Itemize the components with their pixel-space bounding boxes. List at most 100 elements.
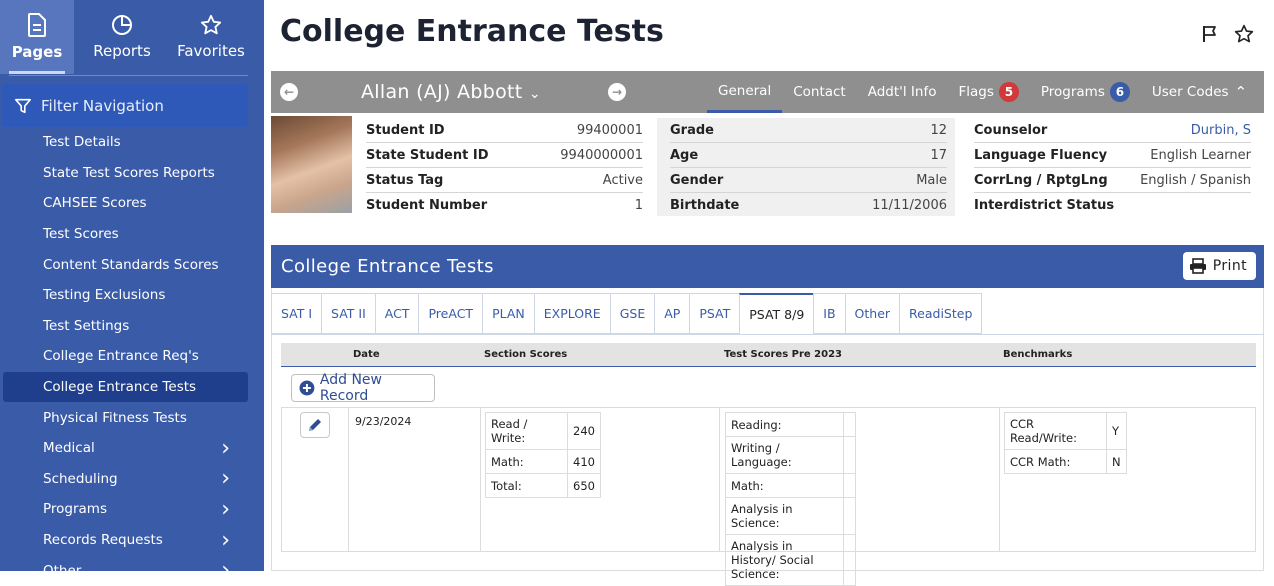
student-tab[interactable]: Programs 6 xyxy=(1030,71,1141,113)
info-row: Gender Male xyxy=(670,168,947,193)
student-tab-label: Programs xyxy=(1040,84,1105,100)
score-value: 410 xyxy=(567,449,601,474)
info-row: Status Tag Active xyxy=(366,168,643,193)
sidebar-item[interactable]: Medical › xyxy=(0,433,264,464)
sidebar-item[interactable]: Testing Exclusions xyxy=(0,280,264,311)
score-label: Read / Write: xyxy=(485,412,568,450)
tab-test-type[interactable]: Other xyxy=(844,293,900,334)
print-button[interactable]: Print xyxy=(1182,252,1256,280)
tab-reports[interactable]: Reports xyxy=(74,0,170,74)
sidebar-item[interactable]: Test Details xyxy=(0,127,264,158)
score-label: Math: xyxy=(725,473,844,498)
plus-circle-icon xyxy=(299,380,315,396)
info-label: Birthdate xyxy=(670,198,740,213)
sidebar-item[interactable]: College Entrance Req's xyxy=(0,341,264,372)
edit-record-button[interactable] xyxy=(300,412,330,438)
student-tab[interactable]: User Codes ⌃ xyxy=(1141,71,1258,113)
cell-divider xyxy=(348,408,349,551)
info-value[interactable]: Durbin, S xyxy=(1191,123,1251,138)
tabs-divider xyxy=(271,334,1264,335)
tab-test-type[interactable]: PSAT 8/9 xyxy=(739,293,814,334)
student-tab-label: Contact xyxy=(793,84,846,100)
student-tab[interactable]: Flags 5 xyxy=(947,71,1029,113)
sidebar-item[interactable]: Other › xyxy=(0,555,264,571)
tab-test-type[interactable]: PreACT xyxy=(418,293,483,334)
tab-test-type[interactable]: ACT xyxy=(374,293,419,334)
sidebar: Pages Reports Favorites Filter Navigatio… xyxy=(0,0,264,571)
tab-test-type[interactable]: GSE xyxy=(609,293,655,334)
sidebar-item[interactable]: Programs › xyxy=(0,494,264,525)
score-value: 650 xyxy=(567,473,601,498)
student-tab[interactable]: Addt'l Info xyxy=(857,71,948,113)
sidebar-item-label: Programs xyxy=(43,501,107,518)
sidebar-item-label: Scheduling xyxy=(43,470,118,487)
tab-favorites[interactable]: Favorites xyxy=(170,0,252,74)
star-icon xyxy=(200,14,222,35)
student-tab[interactable]: Contact xyxy=(782,71,857,113)
info-row: Counselor Durbin, S xyxy=(974,118,1251,143)
sidebar-item-label: State Test Scores Reports xyxy=(43,164,215,181)
cell-divider xyxy=(719,408,720,551)
sidebar-item[interactable]: Scheduling › xyxy=(0,464,264,495)
next-student-button[interactable]: → xyxy=(608,83,626,101)
student-header-bar: ← Allan (AJ) Abbott ⌄ → General Contact Ad… xyxy=(271,71,1264,113)
sidebar-item[interactable]: Content Standards Scores xyxy=(0,249,264,280)
info-value: Active xyxy=(602,172,643,188)
sidebar-item[interactable]: Test Settings xyxy=(0,311,264,342)
score-row: Read / Write: 240 xyxy=(485,412,601,450)
tab-test-type[interactable]: SAT II xyxy=(321,293,375,334)
favorite-star-icon[interactable] xyxy=(1234,24,1254,44)
tab-test-type[interactable]: PLAN xyxy=(482,293,534,334)
score-value xyxy=(843,497,856,535)
col-benchmarks: Benchmarks xyxy=(1003,349,1073,360)
pie-chart-icon xyxy=(112,15,132,35)
tab-test-type[interactable]: IB xyxy=(813,293,845,334)
arrow-left-icon: ← xyxy=(283,85,295,99)
previous-student-button[interactable]: ← xyxy=(280,83,298,101)
flag-icon[interactable] xyxy=(1200,24,1220,44)
tab-test-type[interactable]: SAT I xyxy=(271,293,322,334)
info-label: Status Tag xyxy=(366,172,444,188)
info-label: Gender xyxy=(670,172,724,188)
score-value xyxy=(843,412,856,437)
score-row: CCR Math: N xyxy=(1004,449,1127,474)
student-tabs: General Contact Addt'l Info Flags 5 Programs 6… xyxy=(707,71,1258,113)
info-value: 17 xyxy=(930,147,947,163)
sidebar-item[interactable]: Records Requests › xyxy=(0,525,264,556)
info-label: Language Fluency xyxy=(974,147,1108,163)
section-scores-table: Read / Write: 240 Math: 410 Total: 650 xyxy=(485,412,601,498)
score-row: Math: 410 xyxy=(485,449,601,474)
tab-test-type[interactable]: ReadiStep xyxy=(899,293,983,334)
student-info-col2: Grade 12 Age 17 Gender Male Birthdate 11/11/200… xyxy=(657,118,955,216)
score-label: Math: xyxy=(485,449,568,474)
tab-pages[interactable]: Pages xyxy=(0,0,74,74)
student-tab-label: Addt'l Info xyxy=(867,84,937,100)
sidebar-item-label: Test Scores xyxy=(43,226,119,243)
test-type-tabs: SAT I SAT II ACT PreACT PLAN EXPLORE GSE AP PSAT… xyxy=(271,293,983,334)
sidebar-item-label: Records Requests xyxy=(43,532,163,549)
sidebar-item-label: CAHSEE Scores xyxy=(43,195,147,212)
sidebar-item-label: Test Details xyxy=(43,134,121,151)
col-test-scores: Test Scores Pre 2023 xyxy=(724,349,842,360)
sidebar-item[interactable]: Physical Fitness Tests xyxy=(0,402,264,433)
info-label: Counselor xyxy=(974,122,1048,138)
score-value xyxy=(843,473,856,498)
tab-test-type[interactable]: AP xyxy=(654,293,690,334)
score-label: CCR Read/Write: xyxy=(1004,412,1107,450)
tab-test-type[interactable]: EXPLORE xyxy=(533,293,610,334)
info-row: Grade 12 xyxy=(670,118,947,143)
tab-test-type[interactable]: PSAT xyxy=(689,293,740,334)
sidebar-item[interactable]: College Entrance Tests xyxy=(3,371,248,403)
sidebar-item[interactable]: State Test Scores Reports xyxy=(0,158,264,189)
filter-navigation-button[interactable]: Filter Navigation xyxy=(2,84,248,127)
sidebar-item[interactable]: CAHSEE Scores xyxy=(0,188,264,219)
pencil-icon xyxy=(309,419,321,431)
chevron-right-icon: › xyxy=(221,466,230,492)
student-name-dropdown[interactable]: Allan (AJ) Abbott ⌄ xyxy=(361,81,541,103)
col-date: Date xyxy=(353,349,380,360)
info-label: Age xyxy=(670,147,699,163)
sidebar-item[interactable]: Test Scores xyxy=(0,219,264,250)
student-tab[interactable]: General xyxy=(707,71,783,113)
add-new-record-button[interactable]: Add New Record xyxy=(291,372,435,404)
chevron-right-icon: › xyxy=(221,558,230,571)
